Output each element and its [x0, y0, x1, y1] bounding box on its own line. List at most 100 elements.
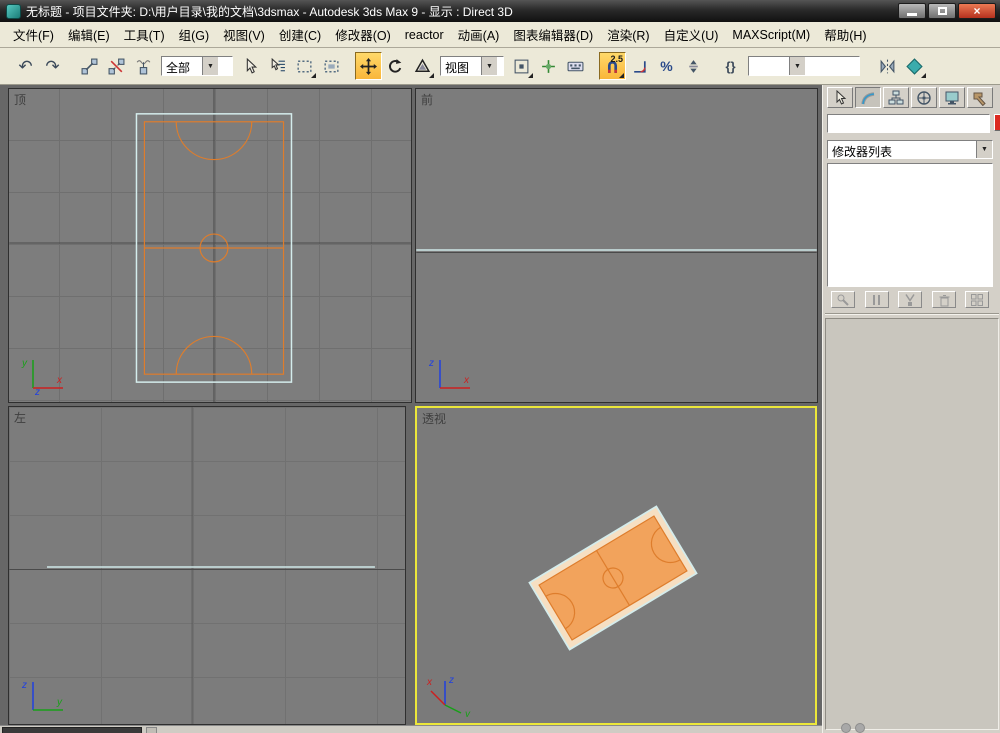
- minimize-button[interactable]: [898, 3, 926, 19]
- object-color-swatch[interactable]: [994, 114, 1000, 131]
- menu-maxscript[interactable]: MAXScript(M): [725, 24, 817, 46]
- axis-tripod: x z y: [426, 675, 471, 717]
- reference-coordinate-dropdown[interactable]: 视图 ▼: [440, 56, 504, 76]
- select-by-name-button[interactable]: [264, 52, 291, 80]
- menu-tools[interactable]: 工具(T): [117, 21, 172, 48]
- menu-views[interactable]: 视图(V): [216, 21, 272, 48]
- chevron-down-icon[interactable]: ▼: [481, 57, 497, 75]
- object-name-input[interactable]: [827, 114, 990, 133]
- link-icon: [81, 58, 98, 74]
- minimize-icon: [907, 13, 917, 16]
- viewport-perspective[interactable]: 透视 x z y: [415, 406, 817, 725]
- select-and-link-button[interactable]: [76, 52, 103, 80]
- select-and-manipulate-button[interactable]: [535, 52, 562, 80]
- undo-button[interactable]: ↶: [12, 52, 39, 80]
- tab-hierarchy[interactable]: [883, 87, 909, 108]
- close-button[interactable]: ×: [958, 3, 996, 19]
- tab-motion[interactable]: [911, 87, 937, 108]
- select-and-scale-button[interactable]: [409, 52, 436, 80]
- app-icon[interactable]: [6, 3, 21, 19]
- command-panel: 修改器列表 ▼: [822, 85, 1000, 733]
- angle-snap-icon: [634, 60, 646, 73]
- tab-modify[interactable]: [855, 87, 881, 108]
- make-unique-button[interactable]: [898, 291, 922, 308]
- menu-file[interactable]: 文件(F): [6, 21, 61, 48]
- selection-filter-value: 全部: [166, 61, 191, 75]
- select-and-rotate-button[interactable]: [382, 52, 409, 80]
- menu-reactor[interactable]: reactor: [398, 24, 451, 46]
- maxscript-mini-listener[interactable]: [2, 727, 142, 733]
- chevron-down-icon[interactable]: ▼: [789, 57, 805, 75]
- svg-text:z: z: [21, 680, 27, 691]
- 3dsmax-window: 无标题 - 项目文件夹: D:\用户目录\我的文档\3dsmax - Autod…: [0, 0, 1000, 733]
- spinner-snap-button[interactable]: [680, 52, 707, 80]
- modifier-stack-list[interactable]: [827, 163, 993, 287]
- menu-group[interactable]: 组(G): [172, 21, 217, 48]
- trash-icon: [939, 294, 949, 306]
- svg-text:z: z: [448, 675, 454, 686]
- redo-button[interactable]: ↷: [39, 52, 66, 80]
- display-tab-icon: [945, 91, 959, 104]
- axis-tripod: z x: [428, 358, 470, 389]
- named-selection-dropdown[interactable]: ▼: [748, 56, 860, 76]
- svg-text:z: z: [428, 358, 434, 369]
- menu-modifiers[interactable]: 修改器(O): [328, 21, 398, 48]
- status-strip: [0, 725, 822, 733]
- percent-snap-button[interactable]: %: [653, 52, 680, 80]
- align-button[interactable]: [901, 52, 928, 80]
- undo-icon: ↶: [18, 56, 33, 76]
- maximize-icon: [937, 7, 947, 15]
- use-pivot-center-button[interactable]: [508, 52, 535, 80]
- svg-text:y: y: [21, 358, 28, 369]
- select-object-button[interactable]: [237, 52, 264, 80]
- select-and-move-button[interactable]: [355, 52, 382, 80]
- menu-help[interactable]: 帮助(H): [817, 21, 873, 48]
- named-selection-sets-button[interactable]: {}: [717, 52, 744, 80]
- window-controls: ×: [898, 3, 996, 19]
- tab-display[interactable]: [939, 87, 965, 108]
- named-selection-value: [749, 57, 789, 75]
- viewport-front[interactable]: 前 z x: [415, 88, 818, 403]
- show-end-result-button[interactable]: [864, 291, 889, 308]
- manipulate-icon: [542, 59, 555, 73]
- viewport-left[interactable]: 左 z y: [8, 406, 406, 725]
- window-crossing-button[interactable]: [318, 52, 345, 80]
- configure-modifier-sets-button[interactable]: [965, 291, 989, 308]
- menu-create[interactable]: 创建(C): [272, 21, 328, 48]
- chevron-down-icon[interactable]: ▼: [976, 141, 992, 158]
- tab-create[interactable]: [827, 87, 853, 108]
- viewport-top-label[interactable]: 顶: [14, 91, 26, 108]
- viewport-perspective-label[interactable]: 透视: [422, 410, 446, 427]
- viewport-left-label[interactable]: 左: [14, 409, 26, 426]
- menu-customize[interactable]: 自定义(U): [657, 21, 726, 48]
- viewport-top[interactable]: 顶 y x z: [8, 88, 412, 403]
- pin-stack-button[interactable]: [831, 291, 855, 308]
- mirror-button[interactable]: [874, 52, 901, 80]
- close-icon: ×: [973, 4, 981, 18]
- menu-edit[interactable]: 编辑(E): [61, 21, 117, 48]
- time-slider-arrow-button[interactable]: [146, 727, 157, 733]
- menu-graph-editors[interactable]: 图表编辑器(D): [506, 21, 600, 48]
- menu-rendering[interactable]: 渲染(R): [600, 21, 656, 48]
- panel-scroll-dots: [841, 723, 865, 733]
- viewport-area: 顶 y x z 前 z x 左 z y 透视 x z y: [0, 85, 822, 733]
- angle-snap-button[interactable]: [626, 52, 653, 80]
- configure-sets-icon: [971, 293, 983, 306]
- motion-tab-icon: [917, 90, 931, 105]
- snap-toggle-button[interactable]: 2.5: [599, 52, 626, 80]
- main-toolbar: ↶ ↷ 全部 ▼ 视图 ▼ 2.5 % {} ▼: [0, 48, 1000, 85]
- modifier-list-dropdown[interactable]: 修改器列表 ▼: [827, 140, 993, 159]
- menu-animation[interactable]: 动画(A): [451, 21, 507, 48]
- tab-utilities[interactable]: [967, 87, 993, 108]
- unlink-selection-button[interactable]: [103, 52, 130, 80]
- mirror-icon: [880, 59, 895, 73]
- selection-region-button[interactable]: [291, 52, 318, 80]
- remove-modifier-button[interactable]: [931, 291, 956, 308]
- keyboard-override-button[interactable]: [562, 52, 589, 80]
- bind-to-spacewarp-button[interactable]: [130, 52, 157, 80]
- viewport-front-label[interactable]: 前: [421, 91, 433, 108]
- chevron-down-icon[interactable]: ▼: [202, 57, 218, 75]
- maximize-button[interactable]: [928, 3, 956, 19]
- court-lines-top-view: [143, 121, 285, 375]
- selection-filter-dropdown[interactable]: 全部 ▼: [161, 56, 233, 76]
